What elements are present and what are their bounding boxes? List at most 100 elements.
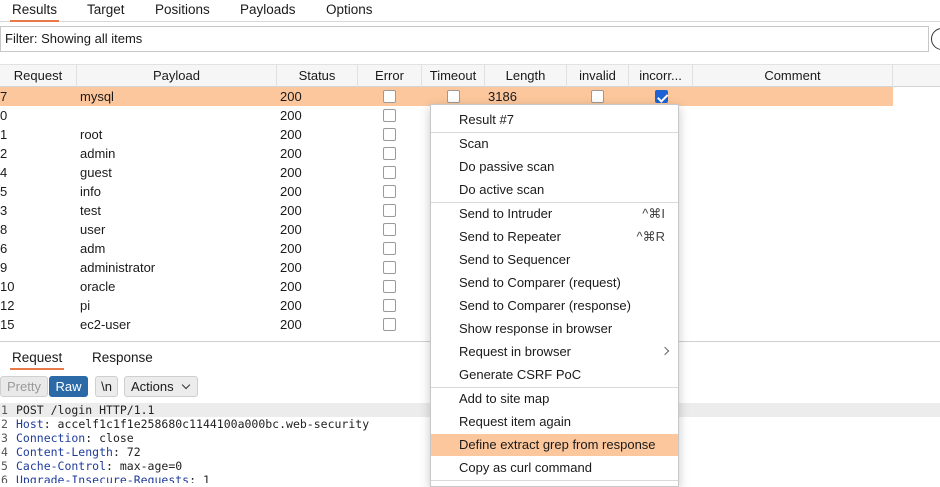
error-checkbox[interactable] bbox=[383, 109, 396, 122]
menu-item-generate-csrf-poc[interactable]: Generate CSRF PoC bbox=[431, 364, 678, 386]
column-timeout[interactable]: Timeout bbox=[422, 65, 485, 87]
status-cell: 200 bbox=[280, 260, 302, 275]
status-cell: 200 bbox=[280, 146, 302, 161]
menu-item-send-to-repeater[interactable]: Send to Repeater ^⌘R bbox=[431, 226, 678, 248]
error-checkbox[interactable] bbox=[383, 261, 396, 274]
payload-cell: test bbox=[80, 203, 101, 218]
menu-item-active-scan[interactable]: Do active scan bbox=[431, 179, 678, 201]
column-payload[interactable]: Payload bbox=[77, 65, 277, 87]
status-cell: 200 bbox=[280, 89, 302, 104]
menu-item-send-to-comparer-response[interactable]: Send to Comparer (response) bbox=[431, 295, 678, 317]
menu-item-passive-scan[interactable]: Do passive scan bbox=[431, 156, 678, 178]
request-cell: 3 bbox=[0, 203, 8, 218]
invalid-checkbox[interactable] bbox=[591, 90, 604, 103]
error-checkbox[interactable] bbox=[383, 147, 396, 160]
error-checkbox[interactable] bbox=[383, 299, 396, 312]
error-checkbox[interactable] bbox=[383, 128, 396, 141]
error-checkbox[interactable] bbox=[383, 223, 396, 236]
menu-item-send-to-comparer-request[interactable]: Send to Comparer (request) bbox=[431, 272, 678, 294]
menu-item-label: Send to Intruder bbox=[459, 206, 553, 221]
request-cell: 9 bbox=[0, 260, 8, 275]
shortcut-label: ^⌘I bbox=[642, 206, 665, 221]
status-cell: 200 bbox=[280, 165, 302, 180]
header-name: Connection bbox=[16, 431, 86, 445]
incorrect-checkbox[interactable] bbox=[655, 90, 668, 103]
column-status[interactable]: Status bbox=[277, 65, 358, 87]
status-cell: 200 bbox=[280, 203, 302, 218]
tab-request[interactable]: Request bbox=[10, 350, 65, 370]
error-checkbox[interactable] bbox=[383, 166, 396, 179]
request-cell: 2 bbox=[0, 146, 8, 161]
chevron-right-icon bbox=[660, 346, 670, 356]
menu-item-request-item-again[interactable]: Request item again bbox=[431, 411, 678, 433]
column-incorrect[interactable]: incorr... bbox=[629, 65, 693, 87]
pretty-button[interactable]: Pretty bbox=[0, 376, 48, 397]
header-name: Content-Length bbox=[16, 445, 113, 459]
payload-cell: administrator bbox=[80, 260, 156, 275]
tab-results[interactable]: Results bbox=[10, 2, 60, 22]
request-cell: 4 bbox=[0, 165, 8, 180]
menu-separator bbox=[431, 480, 678, 481]
header-value: : close bbox=[85, 431, 134, 445]
tab-payloads[interactable]: Payloads bbox=[238, 2, 298, 22]
menu-item-label: Request in browser bbox=[459, 344, 571, 359]
column-comment[interactable]: Comment bbox=[693, 65, 893, 87]
request-cell: 6 bbox=[0, 241, 8, 256]
error-checkbox[interactable] bbox=[383, 204, 396, 217]
menu-item-send-to-sequencer[interactable]: Send to Sequencer bbox=[431, 249, 678, 271]
payload-cell: user bbox=[80, 222, 106, 237]
error-checkbox[interactable] bbox=[383, 242, 396, 255]
status-cell: 200 bbox=[280, 108, 302, 123]
menu-item-scan[interactable]: Scan bbox=[431, 133, 678, 155]
line-number: 4 bbox=[1, 445, 8, 459]
error-checkbox[interactable] bbox=[383, 90, 396, 103]
actions-label: Actions bbox=[131, 379, 174, 394]
payload-cell: ec2-user bbox=[80, 317, 131, 332]
column-error[interactable]: Error bbox=[358, 65, 422, 87]
tab-positions[interactable]: Positions bbox=[153, 2, 212, 22]
error-checkbox[interactable] bbox=[383, 185, 396, 198]
header-value: : accelf1c1f1e258680c1144100a000bc.web-s… bbox=[43, 417, 370, 431]
menu-item-request-in-browser[interactable]: Request in browser bbox=[431, 341, 678, 363]
tab-options[interactable]: Options bbox=[324, 2, 375, 22]
request-line-text: POST /login HTTP/1.1 bbox=[16, 403, 155, 417]
header-value: : max-age=0 bbox=[106, 459, 183, 473]
column-length[interactable]: Length bbox=[485, 65, 567, 87]
error-checkbox[interactable] bbox=[383, 280, 396, 293]
error-checkbox[interactable] bbox=[383, 318, 396, 331]
request-cell: 0 bbox=[0, 108, 8, 123]
raw-button[interactable]: Raw bbox=[49, 376, 88, 397]
menu-item-show-response-in-browser[interactable]: Show response in browser bbox=[431, 318, 678, 340]
status-cell: 200 bbox=[280, 279, 302, 294]
request-cell: 1 bbox=[0, 127, 8, 142]
menu-item-define-extract-grep[interactable]: Define extract grep from response bbox=[431, 434, 678, 456]
menu-item-label: Send to Repeater bbox=[459, 229, 561, 244]
status-cell: 200 bbox=[280, 317, 302, 332]
request-cell: 10 bbox=[0, 279, 15, 294]
status-cell: 200 bbox=[280, 184, 302, 199]
header-name: Cache-Control bbox=[16, 459, 107, 473]
status-cell: 200 bbox=[280, 222, 302, 237]
tab-response[interactable]: Response bbox=[90, 350, 155, 370]
menu-item-copy-as-curl[interactable]: Copy as curl command bbox=[431, 457, 678, 479]
menu-item-add-to-site-map[interactable]: Add to site map bbox=[431, 388, 678, 410]
column-request[interactable]: Request bbox=[0, 65, 77, 87]
tab-target[interactable]: Target bbox=[85, 2, 127, 22]
shortcut-label: ^⌘R bbox=[636, 229, 666, 244]
chevron-down-icon bbox=[181, 380, 191, 390]
timeout-checkbox[interactable] bbox=[447, 90, 460, 103]
menu-item-send-to-intruder[interactable]: Send to Intruder ^⌘I bbox=[431, 203, 678, 225]
column-invalid[interactable]: invalid bbox=[567, 65, 629, 87]
status-cell: 200 bbox=[280, 127, 302, 142]
code-line: 6 Upgrade-Insecure-Requests: 1 bbox=[0, 473, 210, 483]
line-number: 2 bbox=[1, 417, 8, 431]
filter-bar[interactable]: Filter: Showing all items bbox=[0, 26, 929, 52]
header-value: : 72 bbox=[112, 445, 141, 459]
code-line: 3 Connection: close bbox=[0, 431, 134, 445]
actions-dropdown[interactable]: Actions bbox=[124, 376, 198, 397]
newline-toggle-button[interactable]: \n bbox=[95, 376, 118, 397]
request-cell: 5 bbox=[0, 184, 8, 199]
code-line: 5 Cache-Control: max-age=0 bbox=[0, 459, 182, 473]
line-number: 3 bbox=[1, 431, 8, 445]
search-icon[interactable] bbox=[931, 28, 940, 50]
